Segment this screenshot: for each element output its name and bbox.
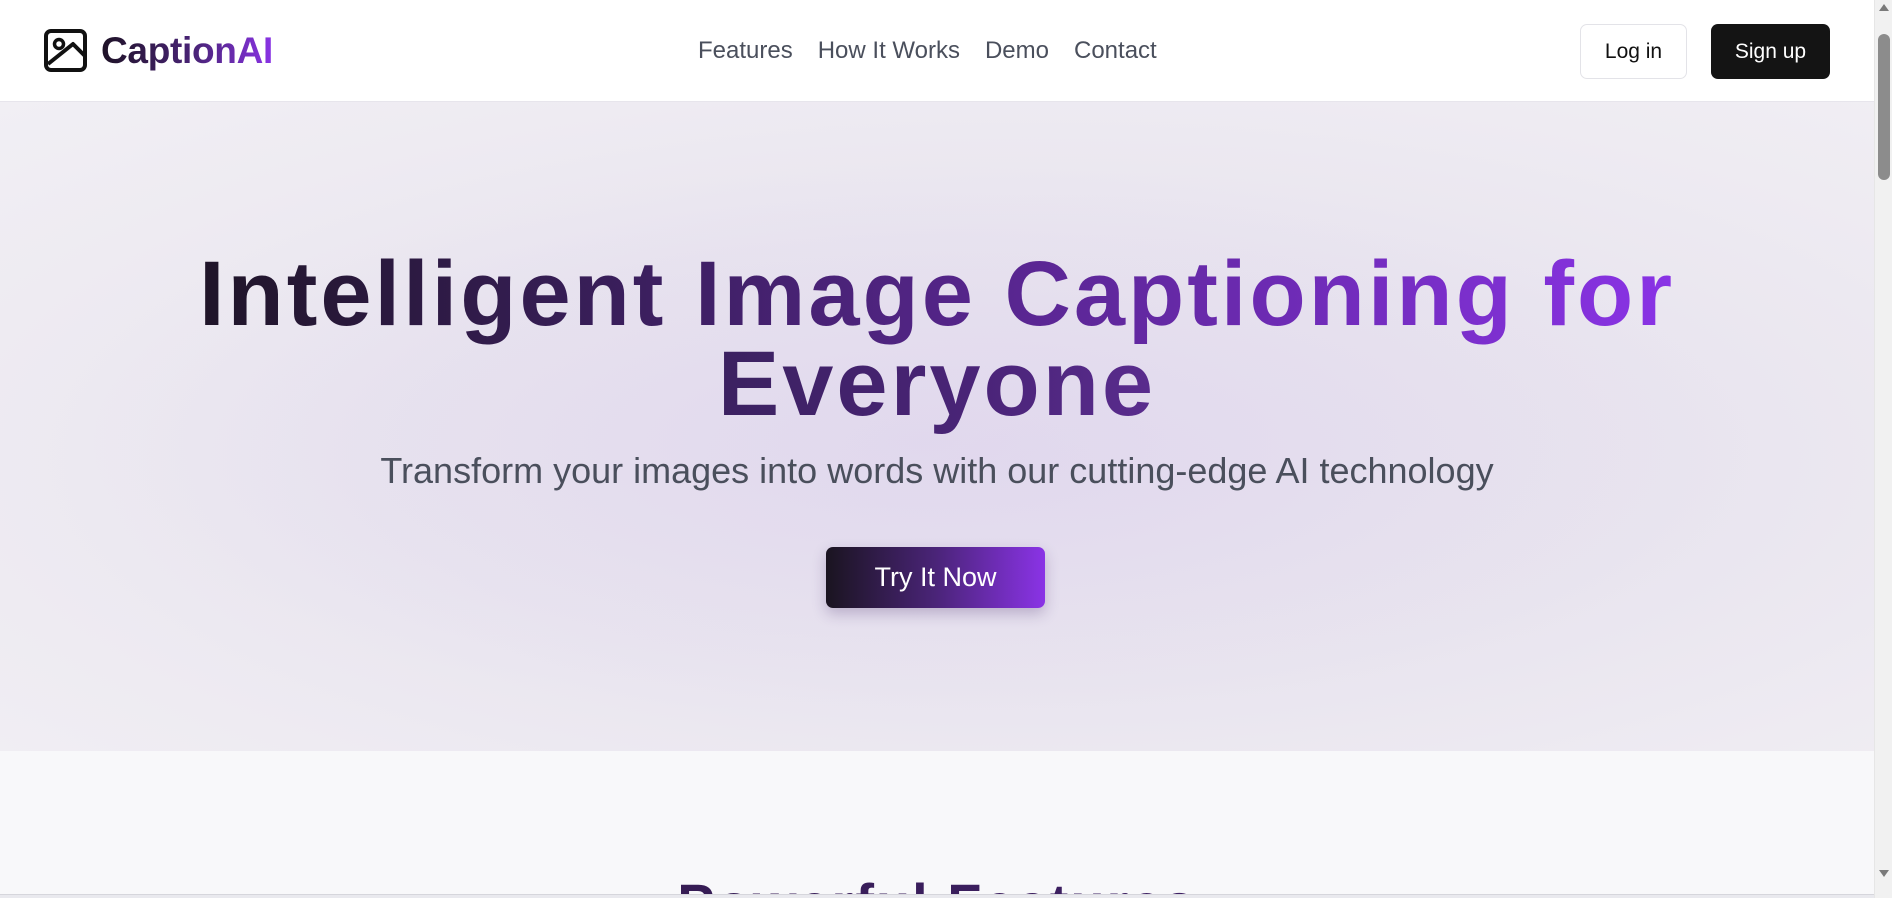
brand-logo-link[interactable]: CaptionAI (43, 28, 273, 73)
hero-section: Intelligent Image Captioning for Everyon… (0, 102, 1874, 751)
scrollbar-thumb[interactable] (1878, 34, 1890, 180)
image-icon (44, 29, 87, 72)
nav-link-contact[interactable]: Contact (1074, 37, 1157, 65)
site-header: CaptionAI Features How It Works Demo Con… (0, 0, 1874, 102)
hero-subtitle: Transform your images into words with ou… (380, 450, 1494, 491)
main-nav: Features How It Works Demo Contact (698, 0, 1157, 102)
try-it-now-button[interactable]: Try It Now (826, 547, 1045, 608)
login-button[interactable]: Log in (1580, 24, 1687, 79)
vertical-scrollbar[interactable] (1874, 0, 1892, 898)
hero-title: Intelligent Image Captioning for Everyon… (0, 248, 1874, 430)
signup-button[interactable]: Sign up (1711, 24, 1830, 79)
scroll-down-arrow-icon[interactable] (1879, 870, 1889, 877)
scroll-up-arrow-icon[interactable] (1879, 4, 1889, 11)
brand-name: CaptionAI (101, 30, 274, 71)
nav-link-features[interactable]: Features (698, 37, 793, 65)
bottom-divider (0, 894, 1874, 898)
nav-link-how-it-works[interactable]: How It Works (818, 37, 960, 65)
features-section: Powerful Features (0, 751, 1874, 898)
hero-title-line-2: Everyone (717, 333, 1157, 435)
page: CaptionAI Features How It Works Demo Con… (0, 0, 1892, 898)
hero-title-line-1: Intelligent Image Captioning for (199, 243, 1675, 345)
nav-link-demo[interactable]: Demo (985, 37, 1049, 65)
